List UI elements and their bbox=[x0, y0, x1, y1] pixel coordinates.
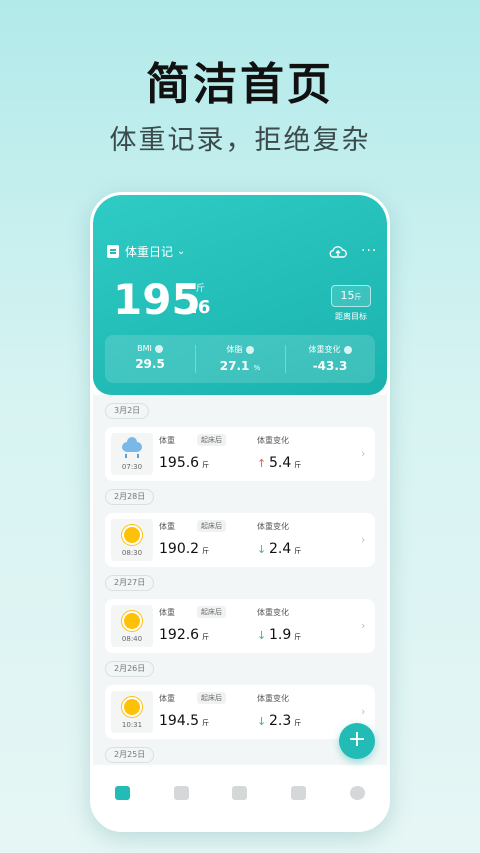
change-label: 体重变化 bbox=[257, 522, 289, 531]
rain-cloud-icon bbox=[122, 437, 142, 452]
stat-value: 27.1 bbox=[219, 359, 250, 373]
arrow-down-icon: ↓ bbox=[257, 543, 267, 556]
weight-label: 体重 bbox=[159, 436, 175, 445]
entry-unit: 斤 bbox=[202, 719, 210, 727]
goal-value: 15 bbox=[340, 289, 355, 302]
add-entry-button[interactable]: + bbox=[339, 723, 375, 759]
weather-tile: 10:31 bbox=[111, 691, 153, 733]
entry-unit: 斤 bbox=[294, 461, 302, 469]
stat-weight-change[interactable]: 体重变化 -43.3 bbox=[285, 335, 375, 383]
entry-unit: 斤 bbox=[294, 547, 302, 555]
wakeup-tag: 起床后 bbox=[197, 692, 226, 704]
stat-body-fat[interactable]: 体脂 27.1 % bbox=[195, 335, 285, 383]
more-icon[interactable]: ··· bbox=[361, 243, 377, 259]
date-chip: 2月27日 bbox=[105, 575, 155, 591]
promo-subtitle: 体重记录，拒绝复杂 bbox=[109, 125, 371, 156]
goal-remaining[interactable]: 15斤 bbox=[331, 285, 371, 307]
weight-label: 体重 bbox=[159, 522, 175, 531]
arrow-down-icon: ↓ bbox=[257, 715, 267, 728]
info-icon bbox=[343, 345, 352, 354]
list-item[interactable]: 07:30 体重 起床后 195.6 斤 体重变化 ↑ 5.4 斤 › bbox=[105, 427, 375, 481]
bottom-tab-bar bbox=[93, 770, 387, 829]
date-chip: 3月2日 bbox=[105, 403, 150, 419]
entry-time: 08:40 bbox=[121, 635, 143, 643]
current-weight: 195 bbox=[113, 275, 201, 324]
entry-list[interactable]: 3月2日 07:30 体重 起床后 195.6 斤 体重变化 ↑ 5.4 斤 › 2… bbox=[93, 395, 387, 765]
arrow-up-icon: ↑ bbox=[257, 457, 267, 470]
date-chip: 2月26日 bbox=[105, 661, 155, 677]
current-weight-decimal: .6 bbox=[191, 297, 211, 318]
entry-change: 2.4 bbox=[269, 541, 292, 557]
goal-unit: 斤 bbox=[354, 293, 362, 301]
info-icon bbox=[245, 345, 254, 354]
stat-unit: % bbox=[253, 364, 261, 372]
wakeup-tag: 起床后 bbox=[197, 606, 226, 618]
home-icon[interactable] bbox=[114, 786, 130, 800]
weight-label: 体重 bbox=[159, 694, 175, 703]
entry-unit: 斤 bbox=[202, 547, 210, 555]
wakeup-tag: 起床后 bbox=[197, 434, 226, 446]
entry-weight: 194.5 bbox=[159, 713, 200, 729]
chart-icon[interactable] bbox=[173, 786, 189, 800]
stat-label: 体脂 bbox=[226, 345, 243, 354]
weather-tile: 08:40 bbox=[111, 605, 153, 647]
chevron-right-icon: › bbox=[361, 705, 366, 718]
calendar-icon[interactable] bbox=[232, 786, 248, 800]
stat-value: 29.5 bbox=[135, 357, 165, 371]
chevron-right-icon: › bbox=[361, 533, 366, 546]
chevron-down-icon: ⌄ bbox=[177, 246, 186, 257]
diary-selector[interactable]: 体重日记 ⌄ bbox=[107, 243, 185, 260]
diary-label: 体重日记 bbox=[125, 245, 174, 259]
stat-bmi[interactable]: BMI 29.5 bbox=[105, 335, 195, 383]
notebook-icon bbox=[107, 245, 119, 258]
change-label: 体重变化 bbox=[257, 436, 289, 445]
entry-change: 2.3 bbox=[269, 713, 292, 729]
entry-unit: 斤 bbox=[294, 719, 302, 727]
wakeup-tag: 起床后 bbox=[197, 520, 226, 532]
entry-weight: 195.6 bbox=[159, 455, 200, 471]
summary-header: 体重日记 ⌄ ··· 195 斤 .6 15斤 距离目标 BMI 29.5 体脂… bbox=[93, 195, 387, 395]
entry-weight: 192.6 bbox=[159, 627, 200, 643]
cloud-upload-icon[interactable] bbox=[329, 245, 347, 259]
entry-unit: 斤 bbox=[202, 461, 210, 469]
goal-label: 距离目标 bbox=[335, 312, 367, 321]
phone-frame: 体重日记 ⌄ ··· 195 斤 .6 15斤 距离目标 BMI 29.5 体脂… bbox=[90, 192, 390, 832]
change-label: 体重变化 bbox=[257, 608, 289, 617]
change-label: 体重变化 bbox=[257, 694, 289, 703]
arrow-down-icon: ↓ bbox=[257, 629, 267, 642]
chevron-right-icon: › bbox=[361, 447, 366, 460]
entry-time: 08:30 bbox=[121, 549, 143, 557]
shield-icon[interactable] bbox=[291, 786, 307, 800]
entry-weight: 190.2 bbox=[159, 541, 200, 557]
date-chip: 2月28日 bbox=[105, 489, 155, 505]
entry-change: 1.9 bbox=[269, 627, 292, 643]
weather-tile: 08:30 bbox=[111, 519, 153, 561]
profile-icon[interactable] bbox=[350, 786, 366, 800]
sun-icon bbox=[124, 613, 140, 629]
entry-unit: 斤 bbox=[202, 633, 210, 641]
info-icon bbox=[154, 344, 163, 353]
stat-label: BMI bbox=[137, 344, 152, 353]
entry-time: 07:30 bbox=[121, 463, 143, 471]
stat-value: -43.3 bbox=[312, 359, 348, 373]
entry-change: 5.4 bbox=[269, 455, 292, 471]
sun-icon bbox=[124, 527, 140, 543]
weight-unit: 斤 bbox=[196, 284, 206, 294]
list-item[interactable]: 08:40 体重 起床后 192.6 斤 体重变化 ↓ 1.9 斤 › bbox=[105, 599, 375, 653]
stats-panel: BMI 29.5 体脂 27.1 % 体重变化 -43.3 bbox=[105, 335, 375, 383]
list-item[interactable]: 08:30 体重 起床后 190.2 斤 体重变化 ↓ 2.4 斤 › bbox=[105, 513, 375, 567]
stat-label: 体重变化 bbox=[308, 345, 341, 354]
chevron-right-icon: › bbox=[361, 619, 366, 632]
weight-label: 体重 bbox=[159, 608, 175, 617]
promo-title: 简洁首页 bbox=[146, 59, 334, 110]
list-item[interactable]: 10:31 体重 起床后 194.5 斤 体重变化 ↓ 2.3 斤 › bbox=[105, 685, 375, 739]
weather-tile: 07:30 bbox=[111, 433, 153, 475]
entry-time: 10:31 bbox=[121, 721, 143, 729]
sun-icon bbox=[124, 699, 140, 715]
date-chip: 2月25日 bbox=[105, 747, 155, 763]
raindrops-icon bbox=[125, 454, 139, 458]
entry-unit: 斤 bbox=[294, 633, 302, 641]
